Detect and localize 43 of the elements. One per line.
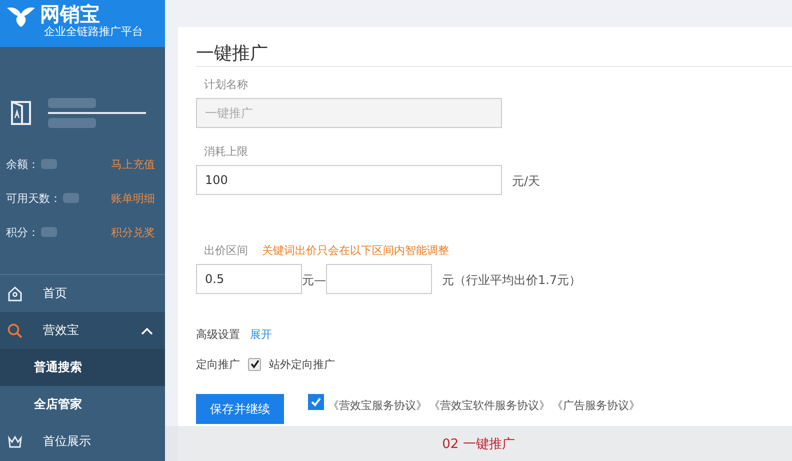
nav-item[interactable]: 首页 <box>0 275 165 312</box>
nav-item[interactable]: 首位展示 <box>0 423 165 460</box>
advanced-label: 高级设置 <box>196 326 240 342</box>
max-bid-field[interactable] <box>326 264 432 294</box>
field-label: 消耗上限 <box>203 144 249 158</box>
chevron-icon <box>141 326 153 334</box>
agreement-checkbox[interactable] <box>308 394 324 410</box>
hint-text: 关键词出价只会在以下区间内智能调整 <box>262 243 449 257</box>
targeting-label: 定向推广 <box>196 356 240 372</box>
expand-link[interactable]: 展开 <box>250 326 272 342</box>
budget-field[interactable]: 100 <box>196 165 502 195</box>
account-label: 余额： <box>6 156 39 172</box>
blurred-block <box>41 227 57 237</box>
logo-name: 网销宝 <box>40 3 101 25</box>
unit-label: 元/天 <box>512 173 540 190</box>
blurred-block <box>48 118 96 128</box>
blurred-block <box>41 159 57 169</box>
agreement-link[interactable]: 《广告服务协议》 <box>552 398 640 413</box>
account-label: 可用天数： <box>6 190 61 206</box>
blurred-block <box>48 98 96 108</box>
nav-subitem[interactable]: 普通搜索 <box>0 349 165 386</box>
save-button[interactable]: 保存并继续 <box>196 394 284 424</box>
checkbox-label: 站外定向推广 <box>269 356 335 372</box>
field-label: 计划名称 <box>203 77 249 91</box>
page-title: 一键推广 <box>196 42 269 66</box>
search-icon <box>7 322 23 338</box>
crown-icon <box>7 434 23 450</box>
agreement-link[interactable]: 《营效宝服务协议》 <box>328 398 427 413</box>
nav-item[interactable]: 营效宝 <box>0 312 165 349</box>
checkbox[interactable] <box>248 358 261 370</box>
unit-label: 元— <box>302 272 326 289</box>
unit-label: 元（行业平均出价1.7元） <box>442 272 582 289</box>
logo-tagline: 企业全链路推广平台 <box>44 25 143 39</box>
blurred-block <box>63 193 79 203</box>
shop-door-icon <box>10 100 32 126</box>
butterfly-logo-icon <box>6 6 36 28</box>
home-icon <box>7 286 23 302</box>
agreement-link[interactable]: 《营效宝软件服务协议》 <box>429 398 550 413</box>
min-bid-field[interactable]: 0.5 <box>196 264 302 294</box>
caption-text: 02 一键推广 <box>442 436 515 452</box>
field-label: 出价区间 <box>204 243 248 257</box>
account-label: 积分： <box>6 224 39 240</box>
nav-subitem[interactable]: 全店管家 <box>0 386 165 423</box>
